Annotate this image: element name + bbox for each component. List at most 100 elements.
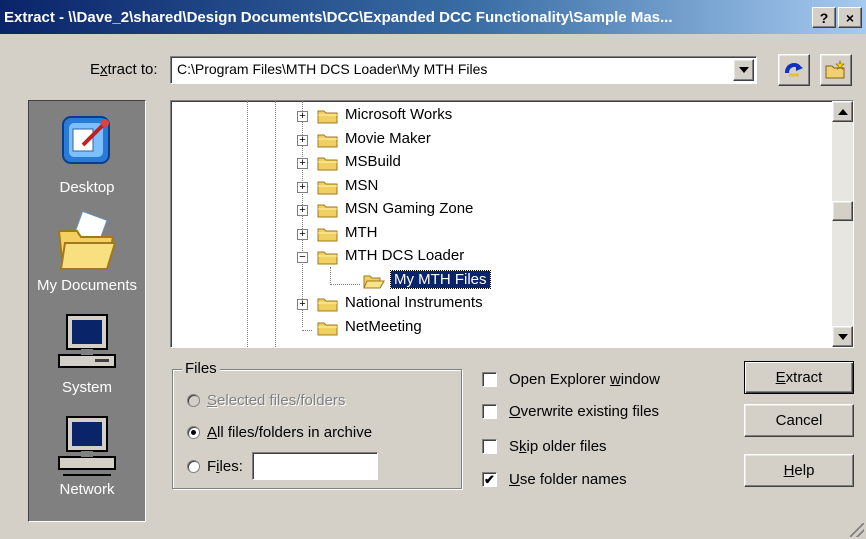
open-explorer-option[interactable]: Open Explorer window (482, 371, 660, 388)
extract-to-label: Extract to: (90, 61, 158, 78)
scroll-thumb[interactable] (832, 201, 853, 221)
tree-node-label: MSBuild (345, 153, 401, 170)
tree-node-label: National Instruments (345, 294, 483, 311)
new-folder-button[interactable] (820, 54, 852, 86)
tree-node-label: MTH DCS Loader (345, 247, 465, 264)
folder-icon (317, 181, 338, 194)
tree-node[interactable]: + MTH (171, 223, 831, 246)
overwrite-option[interactable]: Overwrite existing files (482, 403, 659, 420)
folder-icon (317, 110, 338, 124)
files-group-legend: Files (182, 360, 220, 377)
radio-files[interactable]: Files: (187, 452, 378, 480)
expand-icon[interactable]: + (297, 111, 308, 122)
folder-icon (317, 134, 338, 147)
tree-scrollbar[interactable] (832, 101, 853, 347)
checkbox-label: Open Explorer window (509, 371, 660, 388)
expand-icon[interactable]: + (297, 205, 308, 216)
up-folder-icon (785, 63, 803, 77)
folder-tree[interactable]: + Microsoft Works + Movie Maker + MSBuild + MSN… (170, 100, 854, 348)
open-explorer-checkbox[interactable] (482, 372, 497, 387)
tree-node[interactable]: + MSN Gaming Zone (171, 199, 831, 222)
place-label: Network (59, 481, 115, 498)
place-label: My Documents (36, 277, 138, 294)
expand-icon[interactable]: + (297, 228, 308, 240)
extract-button[interactable]: Extract (744, 361, 854, 394)
help-title-button[interactable]: ? (812, 7, 836, 28)
computer-icon (58, 314, 116, 368)
checkbox-label: Overwrite existing files (509, 403, 660, 420)
expand-icon[interactable]: + (297, 134, 308, 146)
chevron-up-icon (837, 108, 848, 115)
tree-node-label: My MTH Files (390, 269, 491, 289)
network-icon (58, 416, 116, 476)
folder-icon (317, 204, 338, 218)
place-desktop[interactable]: Desktop (29, 107, 145, 207)
button-label: Extract (775, 369, 823, 386)
tree-node-label: Movie Maker (345, 129, 431, 147)
chevron-down-icon (837, 333, 848, 340)
files-groupbox: Files Selected files/folders All files/f… (172, 360, 462, 489)
title-bar[interactable]: Extract - \\Dave_2\shared\Design Documen… (0, 0, 866, 34)
radio-button[interactable] (187, 426, 200, 439)
resize-grip[interactable] (850, 523, 864, 537)
my-documents-icon (57, 210, 117, 270)
place-network[interactable]: Network (29, 409, 145, 509)
help-button[interactable]: Help (744, 454, 854, 487)
skip-older-checkbox[interactable] (482, 439, 497, 454)
tree-node[interactable]: NetMeeting (171, 317, 831, 340)
up-folder-button[interactable] (778, 54, 810, 86)
place-system[interactable]: System (29, 307, 145, 407)
expand-icon[interactable]: + (297, 299, 308, 310)
close-button[interactable]: × (838, 7, 862, 28)
radio-all-files[interactable]: All files/folders in archive (187, 424, 372, 441)
checkbox-label: Use folder names (509, 471, 627, 488)
tree-node[interactable]: − MTH DCS Loader (171, 246, 831, 269)
tree-node-label: NetMeeting (345, 317, 422, 335)
folder-icon (317, 228, 338, 241)
chevron-down-icon (738, 67, 749, 73)
tree-node[interactable]: My MTH Files (171, 269, 831, 293)
scroll-down-button[interactable] (832, 326, 853, 347)
button-label: Help (783, 462, 815, 479)
folder-icon (317, 298, 338, 312)
use-folder-names-checkbox[interactable]: ✔ (482, 472, 497, 487)
collapse-icon[interactable]: − (297, 252, 308, 263)
tree-node-label: MTH (345, 223, 378, 241)
place-label: Desktop (59, 179, 115, 196)
expand-icon[interactable]: + (297, 158, 308, 169)
files-input[interactable] (251, 452, 378, 480)
dropdown-button[interactable] (733, 59, 754, 81)
extract-to-value: C:\Program Files\MTH DCS Loader\My MTH F… (177, 61, 488, 77)
check-mark-icon: ✔ (484, 472, 495, 487)
cancel-button[interactable]: Cancel (744, 404, 854, 437)
folder-icon (317, 251, 338, 265)
radio-dot (191, 430, 196, 435)
new-folder-icon (825, 60, 845, 79)
place-label: System (61, 379, 112, 396)
skip-older-option[interactable]: Skip older files (482, 438, 607, 455)
places-bar: Desktop My Documents System Network (28, 100, 146, 522)
tree-node[interactable]: + Movie Maker (171, 129, 831, 152)
window-title: Extract - \\Dave_2\shared\Design Documen… (4, 8, 673, 26)
radio-selected-files[interactable]: Selected files/folders (187, 392, 345, 409)
desktop-icon (62, 116, 110, 164)
tree-node[interactable]: + MSBuild (171, 152, 831, 175)
folder-icon (317, 157, 338, 171)
tree-node[interactable]: + National Instruments (171, 293, 831, 316)
radio-label: Files: (207, 457, 243, 475)
radio-label: All files/folders in archive (207, 424, 373, 441)
use-folder-names-option[interactable]: ✔ Use folder names (482, 471, 627, 488)
radio-label: Selected files/folders (207, 392, 346, 409)
tree-node[interactable]: + MSN (171, 176, 831, 199)
tree-node-label: MSN (345, 176, 379, 194)
expand-icon[interactable]: + (297, 181, 308, 193)
overwrite-checkbox[interactable] (482, 404, 497, 419)
extract-to-combobox[interactable]: C:\Program Files\MTH DCS Loader\My MTH F… (170, 56, 757, 84)
place-my-documents[interactable]: My Documents (29, 205, 145, 305)
tree-node[interactable]: + Microsoft Works (171, 105, 831, 128)
scroll-up-button[interactable] (832, 101, 853, 122)
radio-button[interactable] (187, 394, 200, 407)
radio-button[interactable] (187, 459, 200, 473)
checkbox-label: Skip older files (509, 438, 607, 455)
open-folder-icon (363, 275, 385, 288)
